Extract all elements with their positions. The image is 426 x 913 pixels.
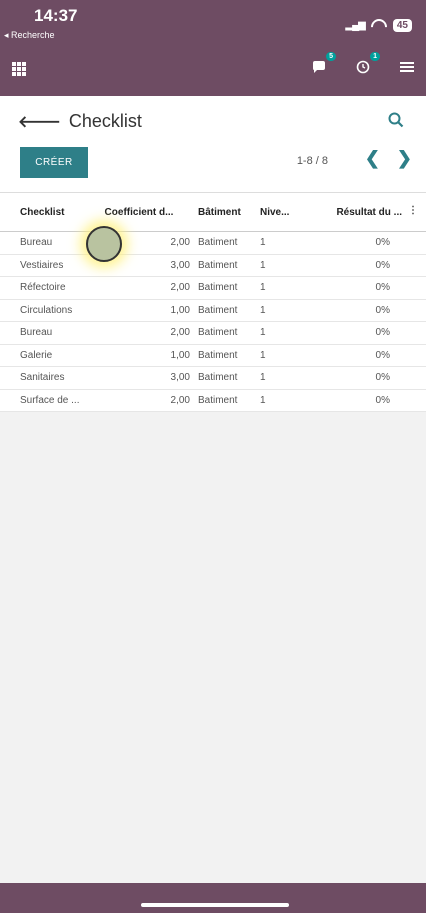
create-button[interactable]: CRÉER <box>20 147 88 178</box>
menu-button[interactable] <box>398 58 416 76</box>
pager-previous-icon[interactable]: ❮ <box>365 148 380 169</box>
table-row[interactable]: Bureau 2,00 Batiment 1 0% <box>0 322 426 345</box>
cell-resultat: 0% <box>375 327 390 339</box>
nav-icons: 5 1 <box>310 52 416 76</box>
cell-coefficient: 1,00 <box>170 349 190 361</box>
clock-icon <box>356 60 370 74</box>
page-title-text: Checklist <box>68 111 142 131</box>
chat-icon <box>313 61 325 73</box>
touch-indicator <box>86 226 122 262</box>
cell-niveau: 1 <box>260 394 266 406</box>
activity-button[interactable]: 1 <box>354 52 380 76</box>
cell-niveau: 1 <box>260 349 266 361</box>
cell-batiment: Batiment <box>198 259 238 271</box>
column-header-batiment[interactable]: Bâtiment <box>196 207 252 218</box>
table-row[interactable]: Circulations 1,00 Batiment 1 0% <box>0 300 426 322</box>
column-header-resultat[interactable]: Résultat du ... <box>290 207 408 218</box>
cell-resultat: 0% <box>375 394 390 406</box>
cell-resultat: 0% <box>375 304 390 316</box>
cell-niveau: 1 <box>260 327 266 339</box>
cell-checklist: Circulations <box>20 304 73 316</box>
table-row[interactable]: Réfectoire 2,00 Batiment 1 0% <box>0 277 426 300</box>
cell-niveau: 1 <box>260 237 266 249</box>
hamburger-icon <box>400 62 414 72</box>
column-header-checklist[interactable]: Checklist <box>0 207 88 218</box>
wifi-icon <box>367 15 391 39</box>
cell-batiment: Batiment <box>198 372 238 384</box>
cell-resultat: 0% <box>375 282 390 294</box>
cell-niveau: 1 <box>260 372 266 384</box>
table-row[interactable]: Surface de ... 2,00 Batiment 1 0% <box>0 390 426 412</box>
list-table: Checklist Coefficient d... Bâtiment Nive… <box>0 192 426 412</box>
cell-batiment: Batiment <box>198 237 238 249</box>
search-icon[interactable] <box>388 112 404 128</box>
pager-next-icon[interactable]: ❯ <box>397 148 412 169</box>
cell-niveau: 1 <box>260 259 266 271</box>
table-row[interactable]: Sanitaires 3,00 Batiment 1 0% <box>0 367 426 390</box>
cell-resultat: 0% <box>375 259 390 271</box>
messages-button[interactable]: 5 <box>310 52 336 76</box>
cell-niveau: 1 <box>260 282 266 294</box>
table-row[interactable]: Galerie 1,00 Batiment 1 0% <box>0 345 426 367</box>
column-header-coefficient[interactable]: Coefficient d... <box>88 207 196 218</box>
cell-coefficient: 2,00 <box>170 282 190 294</box>
table-row[interactable]: Bureau 2,00 Batiment 1 0% <box>0 232 426 255</box>
cell-coefficient: 2,00 <box>170 394 190 406</box>
cell-batiment: Batiment <box>198 304 238 316</box>
cell-checklist: Bureau <box>20 327 53 339</box>
status-indicators: ▂▄▆ 45 <box>345 15 412 39</box>
cell-batiment: Batiment <box>198 327 238 339</box>
column-header-niveau[interactable]: Nive... <box>252 207 290 218</box>
battery-icon: 45 <box>392 18 412 32</box>
back-arrow-icon[interactable]: 🡐 <box>18 111 61 132</box>
cell-coefficient: 3,00 <box>170 372 190 384</box>
table-header: Checklist Coefficient d... Bâtiment Nive… <box>0 193 426 232</box>
cell-batiment: Batiment <box>198 349 238 361</box>
page-title: 🡐 Checklist <box>18 111 142 132</box>
cell-checklist: Réfectoire <box>20 282 66 294</box>
optional-columns-icon[interactable]: ⋮ <box>408 205 418 216</box>
cell-coefficient: 2,00 <box>170 327 190 339</box>
cell-batiment: Batiment <box>198 394 238 406</box>
home-indicator[interactable] <box>141 903 289 907</box>
messages-badge: 5 <box>326 52 336 61</box>
bottom-bar <box>0 883 426 913</box>
back-to-search-link[interactable]: ◂ Recherche <box>4 30 55 41</box>
cell-resultat: 0% <box>375 237 390 249</box>
table-row[interactable]: Vestiaires 3,00 Batiment 1 0% <box>0 255 426 277</box>
cell-resultat: 0% <box>375 349 390 361</box>
pager-value[interactable]: 1-8 / 8 <box>297 155 328 167</box>
apps-grid-icon[interactable] <box>12 62 26 76</box>
signal-icon: ▂▄▆ <box>345 19 365 31</box>
cell-coefficient: 1,00 <box>170 304 190 316</box>
cell-niveau: 1 <box>260 304 266 316</box>
cell-checklist: Bureau <box>20 237 53 249</box>
activity-badge: 1 <box>370 52 380 61</box>
cell-checklist: Sanitaires <box>20 372 65 384</box>
cell-checklist: Surface de ... <box>20 394 80 406</box>
cell-resultat: 0% <box>375 372 390 384</box>
cell-checklist: Vestiaires <box>20 259 64 271</box>
cell-checklist: Galerie <box>20 349 53 361</box>
status-time: 14:37 <box>34 6 78 25</box>
cell-batiment: Batiment <box>198 282 238 294</box>
